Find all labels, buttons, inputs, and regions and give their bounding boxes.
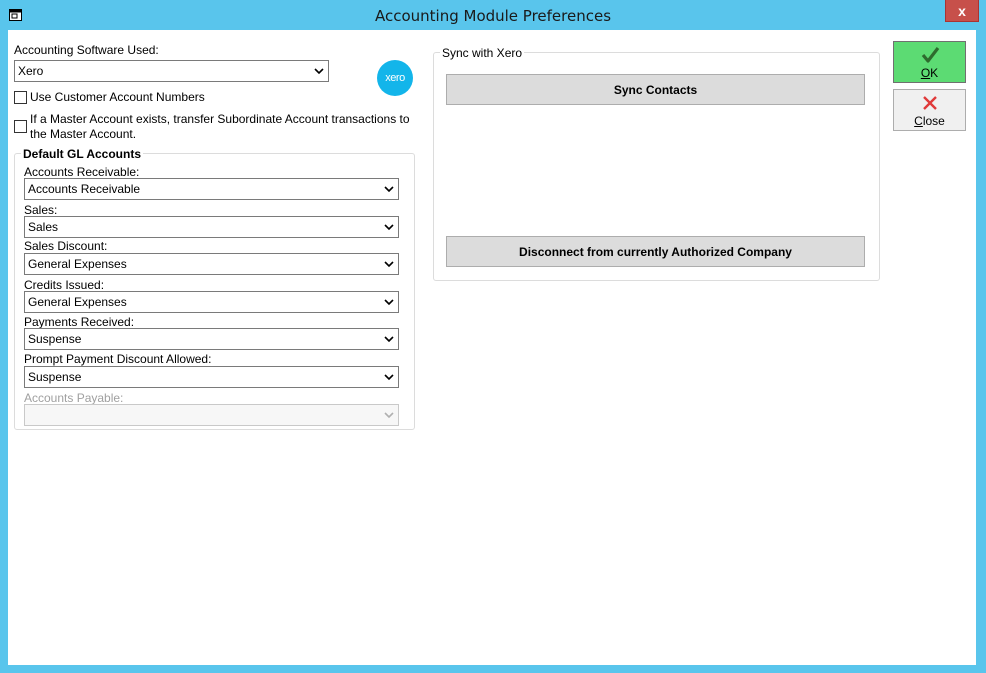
transfer-subordinate-label-line1: If a Master Account exists, transfer Sub… xyxy=(30,112,410,126)
sales-discount-value: General Expenses xyxy=(28,257,127,271)
customer-account-numbers-label: Use Customer Account Numbers xyxy=(30,90,205,104)
chevron-down-icon xyxy=(384,186,394,193)
accounts-payable-select xyxy=(24,404,399,426)
disconnect-button[interactable]: Disconnect from currently Authorized Com… xyxy=(446,236,865,267)
window-title: Accounting Module Preferences xyxy=(374,7,612,25)
software-label: Accounting Software Used: xyxy=(14,43,159,57)
chevron-down-icon xyxy=(384,299,394,306)
customer-account-numbers-checkbox[interactable] xyxy=(14,91,27,104)
accounts-receivable-select[interactable]: Accounts Receivable xyxy=(24,178,399,200)
sync-contacts-label: Sync Contacts xyxy=(613,83,698,97)
payments-received-value: Suspense xyxy=(28,332,82,346)
xero-logo: xero xyxy=(377,60,413,96)
sales-label: Sales: xyxy=(24,203,58,217)
default-gl-accounts-title: Default GL Accounts xyxy=(21,147,144,161)
chevron-down-icon xyxy=(384,412,394,419)
sync-with-xero-title: Sync with Xero xyxy=(440,46,525,60)
chevron-down-icon xyxy=(384,374,394,381)
close-button[interactable]: Close xyxy=(893,89,966,131)
prompt-payment-select[interactable]: Suspense xyxy=(24,366,399,388)
accounts-receivable-value: Accounts Receivable xyxy=(28,182,141,196)
chevron-down-icon xyxy=(384,336,394,343)
accounts-receivable-label: Accounts Receivable: xyxy=(24,165,140,179)
sales-discount-select[interactable]: General Expenses xyxy=(24,253,399,275)
prompt-payment-label: Prompt Payment Discount Allowed: xyxy=(24,352,212,366)
transfer-subordinate-checkbox[interactable] xyxy=(14,120,27,133)
payments-received-select[interactable]: Suspense xyxy=(24,328,399,350)
ok-button[interactable]: OK xyxy=(893,41,966,83)
title-bar[interactable]: Accounting Module Preferences x xyxy=(0,0,986,30)
disconnect-label: Disconnect from currently Authorized Com… xyxy=(519,245,792,259)
ok-label: OK xyxy=(920,66,939,80)
sales-value: Sales xyxy=(28,220,59,234)
software-selected: Xero xyxy=(18,64,44,78)
chevron-down-icon xyxy=(384,224,394,231)
dialog-window: Accounting Module Preferences x Accounti… xyxy=(0,0,986,673)
close-label: Close xyxy=(914,114,945,128)
accounts-payable-label: Accounts Payable: xyxy=(24,391,124,405)
credits-issued-select[interactable]: General Expenses xyxy=(24,291,399,313)
credits-issued-value: General Expenses xyxy=(28,295,127,309)
sales-discount-label: Sales Discount: xyxy=(24,239,108,253)
window-close-button[interactable]: x xyxy=(945,0,979,22)
prompt-payment-value: Suspense xyxy=(28,370,82,384)
credits-issued-label: Credits Issued: xyxy=(24,278,105,292)
client-area: Accounting Software Used: Xero xero Use … xyxy=(8,30,976,665)
payments-received-label: Payments Received: xyxy=(24,315,135,329)
sales-select[interactable]: Sales xyxy=(24,216,399,238)
close-icon: x xyxy=(958,3,966,19)
sync-contacts-button[interactable]: Sync Contacts xyxy=(446,74,865,105)
x-mark-icon xyxy=(923,96,937,110)
software-select[interactable]: Xero xyxy=(14,60,329,82)
chevron-down-icon xyxy=(314,68,324,75)
checkmark-icon xyxy=(921,47,940,63)
transfer-subordinate-label-line2: the Master Account. xyxy=(30,127,137,141)
chevron-down-icon xyxy=(384,261,394,268)
